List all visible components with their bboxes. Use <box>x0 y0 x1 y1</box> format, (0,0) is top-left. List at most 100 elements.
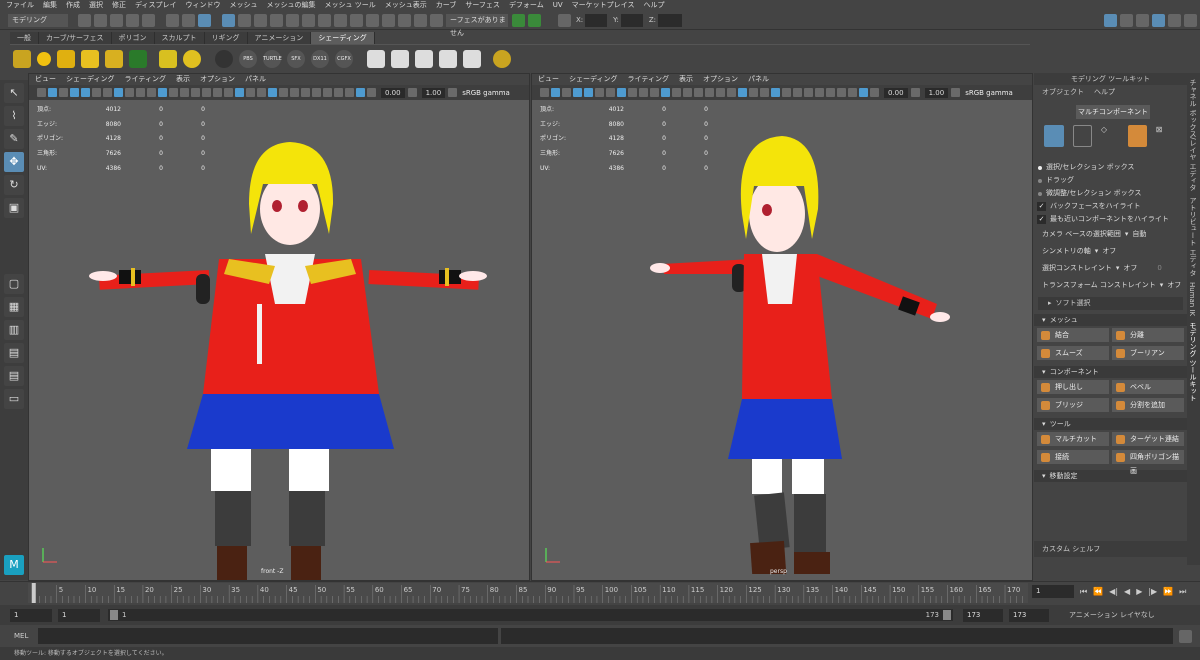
multi-component-button[interactable]: マルチコンポーネント <box>1076 105 1150 119</box>
menu-0[interactable]: ファイル <box>6 0 34 11</box>
move-tool-icon[interactable]: ✥ <box>4 152 24 172</box>
undo-icon[interactable] <box>126 13 139 27</box>
tool-settings-icon[interactable] <box>1136 13 1149 27</box>
snap-view-icon[interactable] <box>270 13 283 27</box>
viewport-menu-5[interactable]: パネル <box>748 74 769 85</box>
uv-mode-icon[interactable]: ⊠ <box>1155 125 1175 147</box>
tab-human-ik[interactable]: Human IK <box>1188 282 1196 316</box>
two-view-icon[interactable]: ▥ <box>4 320 24 340</box>
spot-light-icon[interactable] <box>105 49 123 68</box>
tool-button-0-1[interactable]: 分離 <box>1112 328 1184 342</box>
menu-2[interactable]: 作成 <box>66 0 80 11</box>
menu-10[interactable]: メッシュ表示 <box>385 0 427 11</box>
go-start-icon[interactable]: ⏮ <box>1080 587 1087 597</box>
x-field[interactable] <box>585 13 608 27</box>
panel-menu-object[interactable]: オブジェクト <box>1042 87 1084 97</box>
object-mode-icon[interactable] <box>1044 125 1065 147</box>
render-sequence-icon[interactable] <box>391 49 409 68</box>
selection-constraint[interactable]: 選択コンストレイント ▾ オフ 0 <box>1034 260 1187 277</box>
scale-tool-icon[interactable]: ▣ <box>4 198 24 218</box>
play-icon[interactable]: ▶ <box>1136 587 1142 596</box>
viewport-menu-0[interactable]: ビュー <box>35 74 56 85</box>
graph-view-icon[interactable]: ▤ <box>4 366 24 386</box>
menu-13[interactable]: デフォーム <box>509 0 544 11</box>
four-view-icon[interactable]: ▦ <box>4 297 24 317</box>
snap-point-icon[interactable] <box>254 13 267 27</box>
shelf-tab-5[interactable]: アニメーション <box>247 32 312 44</box>
exposure-field[interactable]: 0.00 <box>381 87 405 98</box>
turtle-icon[interactable]: TURTLE <box>263 49 282 68</box>
section-header-2[interactable]: ▾ ツール <box>1034 418 1187 430</box>
menu-6[interactable]: ウィンドウ <box>186 0 221 11</box>
dx11-icon[interactable]: DX11 <box>311 49 329 68</box>
channel-box-icon[interactable] <box>1152 13 1165 27</box>
output-ops-icon[interactable] <box>334 13 347 27</box>
tool-button-0-3[interactable]: ブーリアン <box>1112 346 1184 360</box>
panel-menu-help[interactable]: ヘルプ <box>1094 87 1115 97</box>
sun-light-icon[interactable] <box>37 51 51 66</box>
modeling-toolkit-icon[interactable] <box>1104 13 1117 27</box>
shader-icon[interactable] <box>13 49 31 68</box>
snap-curve-icon[interactable] <box>238 13 251 27</box>
shelf-tab-1[interactable]: カーブ/サーフェス <box>39 32 112 44</box>
render-view-icon[interactable] <box>183 49 201 68</box>
custom-shelf[interactable]: カスタム シェルフ <box>1034 541 1187 557</box>
menu-14[interactable]: UV <box>553 0 563 11</box>
hypershade-icon[interactable] <box>414 13 427 27</box>
viewport-menu-2[interactable]: ライティング <box>628 74 669 85</box>
construction-history-icon[interactable] <box>350 13 363 27</box>
tool-button-2-0[interactable]: マルチカット <box>1037 432 1109 446</box>
layout-option-icon[interactable]: ▭ <box>4 389 24 409</box>
section-header-0[interactable]: ▾ メッシュ <box>1034 314 1187 326</box>
single-view-icon[interactable]: ▢ <box>4 274 24 294</box>
menu-1[interactable]: 編集 <box>43 0 57 11</box>
current-frame-field[interactable]: 1 <box>1032 585 1074 598</box>
viewport-menu-0[interactable]: ビュー <box>538 74 559 85</box>
step-forward-icon[interactable]: ⏩ <box>1163 587 1173 596</box>
viewport-menu-3[interactable]: 表示 <box>679 74 693 85</box>
clapper-icon[interactable] <box>367 49 385 68</box>
pause-icon[interactable] <box>528 13 541 27</box>
exposure-field-right[interactable]: 0.00 <box>884 87 908 98</box>
new-scene-icon[interactable] <box>78 13 91 27</box>
tool-button-1-3[interactable]: 分割を追加 <box>1112 398 1184 412</box>
mode-select[interactable]: モデリング <box>8 13 68 27</box>
live-surface-icon[interactable] <box>430 13 443 27</box>
sfx-icon[interactable]: SFX <box>287 49 305 68</box>
viewport-menu-1[interactable]: シェーディング <box>569 74 618 85</box>
playback-start-field[interactable]: 1 <box>58 608 100 622</box>
menu-3[interactable]: 選択 <box>89 0 103 11</box>
viewport-menu-4[interactable]: オプション <box>703 74 738 85</box>
y-field[interactable] <box>620 13 643 27</box>
batch-render-icon[interactable] <box>415 49 433 68</box>
render-settings-icon[interactable] <box>398 13 411 27</box>
check-backface[interactable]: バックフェースをハイライト <box>1034 200 1187 213</box>
viewport-menu-1[interactable]: シェーディング <box>66 74 115 85</box>
point-light-icon[interactable] <box>81 49 99 68</box>
prev-key-icon[interactable]: ◀| <box>1109 587 1118 596</box>
gamma-field[interactable]: 1.00 <box>421 87 446 98</box>
viewport-menu-4[interactable]: オプション <box>200 74 235 85</box>
lasso-tool-icon[interactable]: ⌇ <box>4 106 24 126</box>
viewport-menu-3[interactable]: 表示 <box>176 74 190 85</box>
tool-button-2-1[interactable]: ターゲット連結 <box>1112 432 1184 446</box>
start-frame-field[interactable]: 1 <box>10 608 52 622</box>
check-nearest[interactable]: 最も近いコンポーネントをハイライト <box>1034 213 1187 226</box>
z-field[interactable] <box>658 13 683 27</box>
option-tweak-box[interactable]: 微調整/セレクション ボックス <box>1034 187 1187 200</box>
tool-button-1-1[interactable]: ベベル <box>1112 380 1184 394</box>
menu-16[interactable]: ヘルプ <box>643 0 664 11</box>
outliner-icon[interactable] <box>1184 13 1197 27</box>
tab-attribute-editor[interactable]: アトリビュート エディタ <box>1188 197 1198 276</box>
option-drag[interactable]: ドラッグ <box>1034 174 1187 187</box>
play-back-icon[interactable]: ◀ <box>1124 587 1130 596</box>
rotate-tool-icon[interactable]: ↻ <box>4 175 24 195</box>
gamma-field-right[interactable]: 1.00 <box>924 87 949 98</box>
select-object-icon[interactable] <box>182 13 195 27</box>
next-key-icon[interactable]: |▶ <box>1148 587 1157 596</box>
tab-channel-box[interactable]: チャネル ボックス/レイヤ エディタ <box>1188 79 1198 191</box>
menu-15[interactable]: マーケットプレイス <box>572 0 635 11</box>
hypershade-shelf-icon[interactable] <box>159 49 177 68</box>
cam-based-select[interactable]: カメラ ベースの選択範囲 ▾ 自動 <box>1034 226 1187 243</box>
menu-11[interactable]: カーブ <box>436 0 457 11</box>
